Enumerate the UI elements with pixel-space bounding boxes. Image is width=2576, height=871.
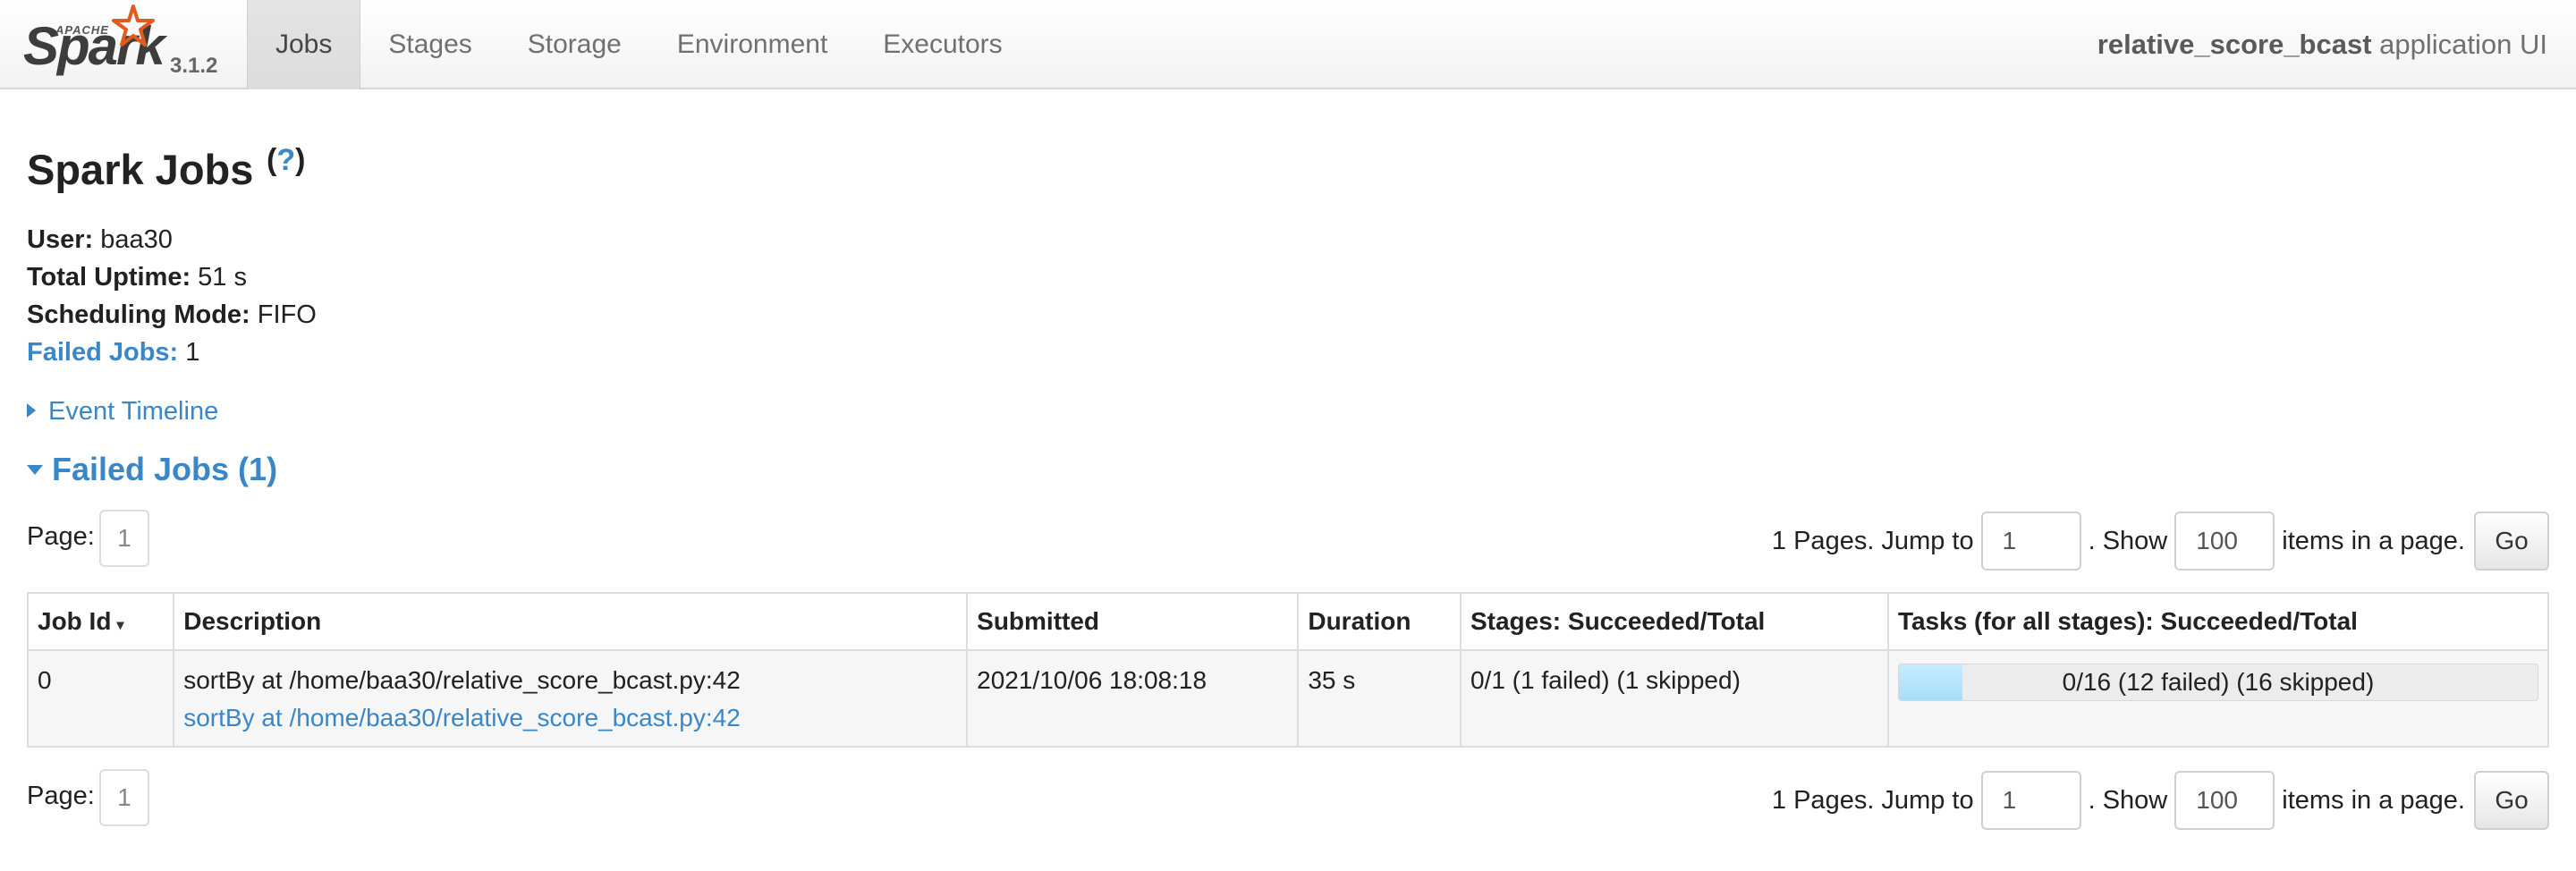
- tab-environment[interactable]: Environment: [649, 0, 855, 89]
- pagination-top: Page: 1 1 Pages. Jump to 1 . Show 100 it…: [27, 510, 2549, 572]
- app-name: relative_score_bcast: [2097, 29, 2372, 60]
- cell-stages: 0/1 (1 failed) (1 skipped): [1459, 649, 1889, 748]
- failed-jobs-section-title: Failed Jobs (1): [52, 451, 278, 487]
- go-button[interactable]: Go: [2474, 771, 2549, 830]
- items-in-page-text: items in a page.: [2282, 526, 2465, 555]
- summary-scheduling-mode: Scheduling Mode: FIFO: [27, 296, 317, 334]
- page-number-button[interactable]: 1: [99, 769, 149, 826]
- nav-tabs: Jobs Stages Storage Environment Executor…: [247, 0, 1030, 89]
- failed-jobs-table: Job Id ▾ Description Submitted Duration S…: [26, 592, 2550, 748]
- help-tooltip[interactable]: (?): [267, 143, 305, 178]
- column-header-tasks[interactable]: Tasks (for all stages): Succeeded/Total: [1886, 592, 2550, 651]
- jump-to-page-input[interactable]: 1: [1980, 771, 2081, 830]
- help-question-icon[interactable]: ?: [276, 143, 295, 177]
- app-suffix: application UI: [2371, 29, 2547, 60]
- uptime-label: Total Uptime:: [27, 263, 191, 292]
- caret-right-icon: [27, 403, 36, 419]
- failed-jobs-section-toggle[interactable]: Failed Jobs (1): [27, 451, 277, 488]
- summary-uptime: Total Uptime: 51 s: [27, 258, 317, 296]
- mode-label: Scheduling Mode:: [27, 300, 250, 329]
- spark-version: 3.1.2: [170, 54, 218, 78]
- mode-value: FIFO: [250, 300, 317, 329]
- page-number-button[interactable]: 1: [99, 510, 149, 567]
- table-row: 0 sortBy at /home/baa30/relative_score_b…: [26, 649, 2550, 748]
- help-close-paren: ): [295, 143, 306, 177]
- cell-job-id: 0: [26, 649, 175, 748]
- help-open-paren: (: [267, 143, 277, 177]
- page-size-input[interactable]: 100: [2174, 512, 2275, 571]
- job-id-header-label: Job Id: [38, 607, 112, 635]
- column-header-stages[interactable]: Stages: Succeeded/Total: [1459, 592, 1889, 651]
- page-label: Page:: [27, 522, 95, 551]
- items-in-page-text: items in a page.: [2282, 785, 2465, 815]
- column-header-duration[interactable]: Duration: [1297, 592, 1462, 651]
- show-text: . Show: [2088, 526, 2168, 555]
- tab-executors[interactable]: Executors: [855, 0, 1030, 89]
- spark-star-icon: [112, 4, 155, 47]
- cell-duration: 35 s: [1297, 649, 1462, 748]
- pagination-controls: 1 Pages. Jump to 1 . Show 100 items in a…: [1772, 510, 2549, 572]
- application-title: relative_score_bcast application UI: [2097, 0, 2547, 89]
- jump-to-page-input[interactable]: 1: [1980, 512, 2081, 571]
- summary-failed-jobs: Failed Jobs: 1: [27, 334, 317, 371]
- tab-stages[interactable]: Stages: [360, 0, 499, 89]
- failed-jobs-count: 1: [178, 338, 200, 367]
- description-text: sortBy at /home/baa30/relative_score_bca…: [183, 666, 741, 694]
- description-link[interactable]: sortBy at /home/baa30/relative_score_bca…: [183, 699, 957, 737]
- sort-descending-icon: ▾: [116, 618, 124, 633]
- column-header-job-id[interactable]: Job Id ▾: [26, 592, 175, 651]
- spark-logo[interactable]: APACHE Spark 3.1.2: [23, 4, 229, 84]
- user-value: baa30: [93, 225, 173, 254]
- page-size-input[interactable]: 100: [2174, 771, 2275, 830]
- cell-tasks: 0/16 (12 failed) (16 skipped): [1886, 649, 2550, 748]
- navbar: APACHE Spark 3.1.2 Jobs Stages Storage E…: [0, 0, 2576, 89]
- tasks-progress-label: 0/16 (12 failed) (16 skipped): [2062, 668, 2375, 696]
- tasks-progress-bar: 0/16 (12 failed) (16 skipped): [1897, 664, 2538, 701]
- column-header-description[interactable]: Description: [173, 592, 969, 651]
- go-button[interactable]: Go: [2474, 512, 2549, 571]
- cell-submitted: 2021/10/06 18:08:18: [966, 649, 1300, 748]
- pages-jump-text: 1 Pages. Jump to: [1771, 526, 1974, 555]
- uptime-value: 51 s: [191, 263, 247, 292]
- event-timeline-toggle[interactable]: Event Timeline: [27, 397, 218, 427]
- pagination-controls: 1 Pages. Jump to 1 . Show 100 items in a…: [1772, 769, 2549, 832]
- pagination-bottom: Page: 1 1 Pages. Jump to 1 . Show 100 it…: [27, 769, 2549, 832]
- failed-jobs-link[interactable]: Failed Jobs:: [27, 338, 178, 367]
- caret-down-icon: [27, 464, 43, 475]
- show-text: . Show: [2088, 785, 2168, 815]
- user-label: User:: [27, 225, 94, 254]
- column-header-submitted[interactable]: Submitted: [966, 592, 1300, 651]
- page-label: Page:: [27, 782, 95, 810]
- cell-description: sortBy at /home/baa30/relative_score_bca…: [173, 649, 969, 748]
- pages-jump-text: 1 Pages. Jump to: [1771, 785, 1974, 815]
- page-title: Spark Jobs: [27, 146, 254, 193]
- tab-storage[interactable]: Storage: [500, 0, 649, 89]
- tab-jobs[interactable]: Jobs: [247, 0, 361, 89]
- summary-user: User: baa30: [27, 221, 317, 258]
- event-timeline-label: Event Timeline: [48, 397, 219, 426]
- summary-list: User: baa30 Total Uptime: 51 s Schedulin…: [27, 221, 317, 371]
- table-header-row: Job Id ▾ Description Submitted Duration S…: [26, 592, 2550, 651]
